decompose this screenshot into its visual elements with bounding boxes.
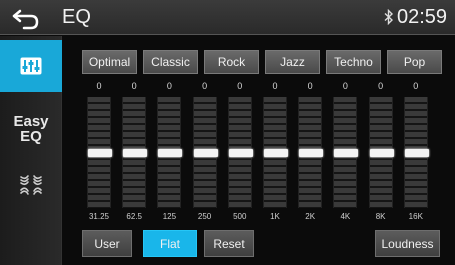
sidebar: Easy EQ xyxy=(0,36,62,265)
band-slider-thumb[interactable] xyxy=(123,149,148,157)
flat-preset-button[interactable]: Flat xyxy=(143,230,197,257)
back-arrow-icon xyxy=(12,9,39,30)
band-slider[interactable] xyxy=(87,97,112,208)
band-value-label: 0 xyxy=(272,81,278,91)
band-slider[interactable] xyxy=(333,97,359,208)
page-title: EQ xyxy=(62,6,91,28)
band-slider-thumb[interactable] xyxy=(158,149,183,157)
band-slider-thumb[interactable] xyxy=(88,149,112,157)
band-slider[interactable] xyxy=(263,97,288,208)
band-slider[interactable] xyxy=(298,97,324,208)
band-value-label: 0 xyxy=(202,81,208,91)
preset-techno-button[interactable]: Techno xyxy=(326,50,381,74)
band-frequency-label: 1K xyxy=(270,212,280,221)
band-slider-thumb[interactable] xyxy=(369,149,394,157)
band-frequency-label: 62.5 xyxy=(126,212,142,221)
equalizer-sliders-icon xyxy=(20,57,42,75)
band-value-label: 0 xyxy=(237,81,243,91)
band-value-label: 0 xyxy=(342,81,348,91)
band-slider-thumb[interactable] xyxy=(404,149,429,157)
sidebar-item-sound-field[interactable] xyxy=(0,162,62,208)
band-slider[interactable] xyxy=(192,97,218,208)
band-value-label: 0 xyxy=(307,81,313,91)
preset-classic-button[interactable]: Classic xyxy=(143,50,198,74)
band-slider-thumb[interactable] xyxy=(228,149,253,157)
band-slider[interactable] xyxy=(368,97,394,208)
band-frequency-label: 8K xyxy=(375,212,386,221)
clock: 02:59 xyxy=(397,6,448,28)
band-slider[interactable] xyxy=(227,97,253,208)
band-frequency-label: 125 xyxy=(162,212,177,221)
back-button[interactable] xyxy=(8,4,44,32)
band-frequency-label: 31.25 xyxy=(88,212,110,221)
preset-jazz-button[interactable]: Jazz xyxy=(265,50,320,74)
band-slider[interactable] xyxy=(122,97,148,208)
band-value-label: 0 xyxy=(413,81,419,91)
band-slider[interactable] xyxy=(403,97,429,208)
easy-eq-label-line1: Easy xyxy=(13,113,49,130)
easy-eq-label-line2: EQ xyxy=(20,128,42,145)
band-slider-thumb[interactable] xyxy=(334,149,359,157)
sidebar-item-easy-eq[interactable]: Easy EQ xyxy=(0,106,62,152)
preset-rock-button[interactable]: Rock xyxy=(204,50,259,74)
sidebar-item-equalizer[interactable] xyxy=(0,40,62,92)
band-value-label: 0 xyxy=(96,81,102,91)
reset-button[interactable]: Reset xyxy=(204,230,254,257)
preset-pop-button[interactable]: Pop xyxy=(387,50,442,74)
band-frequency-label: 2K xyxy=(305,212,316,221)
band-value-label: 0 xyxy=(378,81,384,91)
band-slider-thumb[interactable] xyxy=(193,149,218,157)
band-frequency-label: 16K xyxy=(408,212,423,221)
user-preset-button[interactable]: User xyxy=(82,230,132,257)
preset-optimal-button[interactable]: Optimal xyxy=(82,50,137,74)
band-value-label: 0 xyxy=(166,81,172,91)
title-bar: EQ 02:59 xyxy=(0,0,455,35)
bluetooth-icon xyxy=(384,9,394,25)
band-slider-thumb[interactable] xyxy=(299,149,324,157)
sound-field-icon xyxy=(20,175,42,195)
band-frequency-label: 500 xyxy=(233,212,247,221)
band-value-label: 0 xyxy=(131,81,137,91)
loudness-button[interactable]: Loudness xyxy=(375,230,440,257)
band-frequency-label: 4K xyxy=(340,212,351,221)
band-slider[interactable] xyxy=(157,97,183,208)
band-frequency-label: 250 xyxy=(197,212,212,221)
band-slider-thumb[interactable] xyxy=(264,149,288,157)
